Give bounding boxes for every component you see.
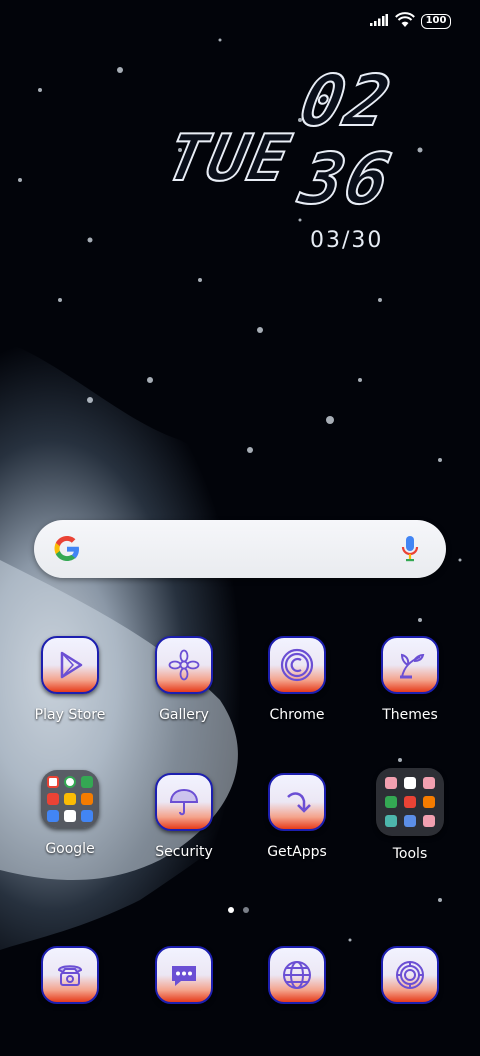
app-label: Security xyxy=(155,844,213,860)
app-play-store[interactable]: Play Store xyxy=(22,636,118,746)
page-dot xyxy=(243,907,249,913)
google-folder-icon xyxy=(41,770,99,828)
clock-widget[interactable]: TUE 02 36 03/30 xyxy=(150,59,410,260)
app-gallery[interactable]: Gallery xyxy=(136,636,232,746)
wifi-icon xyxy=(395,12,415,27)
notes-mini-icon xyxy=(423,796,435,808)
app-label: Gallery xyxy=(159,707,209,723)
play-music-mini-icon xyxy=(81,793,93,805)
scanner-mini-icon xyxy=(385,815,397,827)
battery-indicator: 100 xyxy=(421,14,451,29)
clock-weekday: TUE xyxy=(159,121,298,197)
play-store-icon xyxy=(41,636,99,694)
weather-mini-icon xyxy=(423,815,435,827)
clock-minute: 36 xyxy=(292,137,400,221)
files-mini-icon xyxy=(81,810,93,822)
drive-mini-icon xyxy=(64,793,76,805)
folder-label: Google xyxy=(45,841,95,857)
app-label: Chrome xyxy=(269,707,325,723)
clock-date: 03/30 xyxy=(310,228,384,253)
page-dot-active xyxy=(228,907,234,913)
recorder-mini-icon xyxy=(385,796,397,808)
screen-recorder-mini-icon xyxy=(404,796,416,808)
camera-icon xyxy=(381,946,439,1004)
tools-folder-icon xyxy=(376,768,444,836)
gallery-flower-icon xyxy=(155,636,213,694)
app-label: GetApps xyxy=(267,844,327,860)
messages-icon xyxy=(155,946,213,1004)
clock-mini-icon xyxy=(404,777,416,789)
app-security[interactable]: Security xyxy=(136,773,232,883)
app-themes[interactable]: Themes xyxy=(362,636,458,746)
folder-label: Tools xyxy=(392,846,428,862)
clock-hour: 02 xyxy=(292,59,400,143)
file-manager-mini-icon xyxy=(404,815,416,827)
app-label: Play Store xyxy=(34,707,106,723)
signal-icon xyxy=(370,14,388,26)
getapps-icon xyxy=(268,773,326,831)
calculator-mini-icon xyxy=(385,777,397,789)
chrome-mini-icon xyxy=(64,776,76,788)
gmail-mini-icon xyxy=(47,776,59,788)
phone-icon xyxy=(41,946,99,1004)
folder-google[interactable]: Google xyxy=(22,770,118,880)
duo-mini-icon xyxy=(47,810,59,822)
browser-globe-icon xyxy=(268,946,326,1004)
compass-mini-icon xyxy=(423,777,435,789)
google-g-icon xyxy=(54,536,79,561)
google-search-bar[interactable] xyxy=(34,520,446,578)
maps-mini-icon xyxy=(81,776,93,788)
themes-icon xyxy=(381,636,439,694)
page-indicator[interactable] xyxy=(228,898,258,917)
app-label: Themes xyxy=(382,707,438,723)
photos-mini-icon xyxy=(64,810,76,822)
app-chrome[interactable]: Chrome xyxy=(249,636,345,746)
status-bar: 100 xyxy=(0,0,480,40)
microphone-icon[interactable] xyxy=(401,535,419,563)
chrome-icon xyxy=(268,636,326,694)
security-umbrella-icon xyxy=(155,773,213,831)
folder-tools[interactable]: Tools xyxy=(362,768,458,878)
app-getapps[interactable]: GetApps xyxy=(249,773,345,883)
youtube-mini-icon xyxy=(47,793,59,805)
